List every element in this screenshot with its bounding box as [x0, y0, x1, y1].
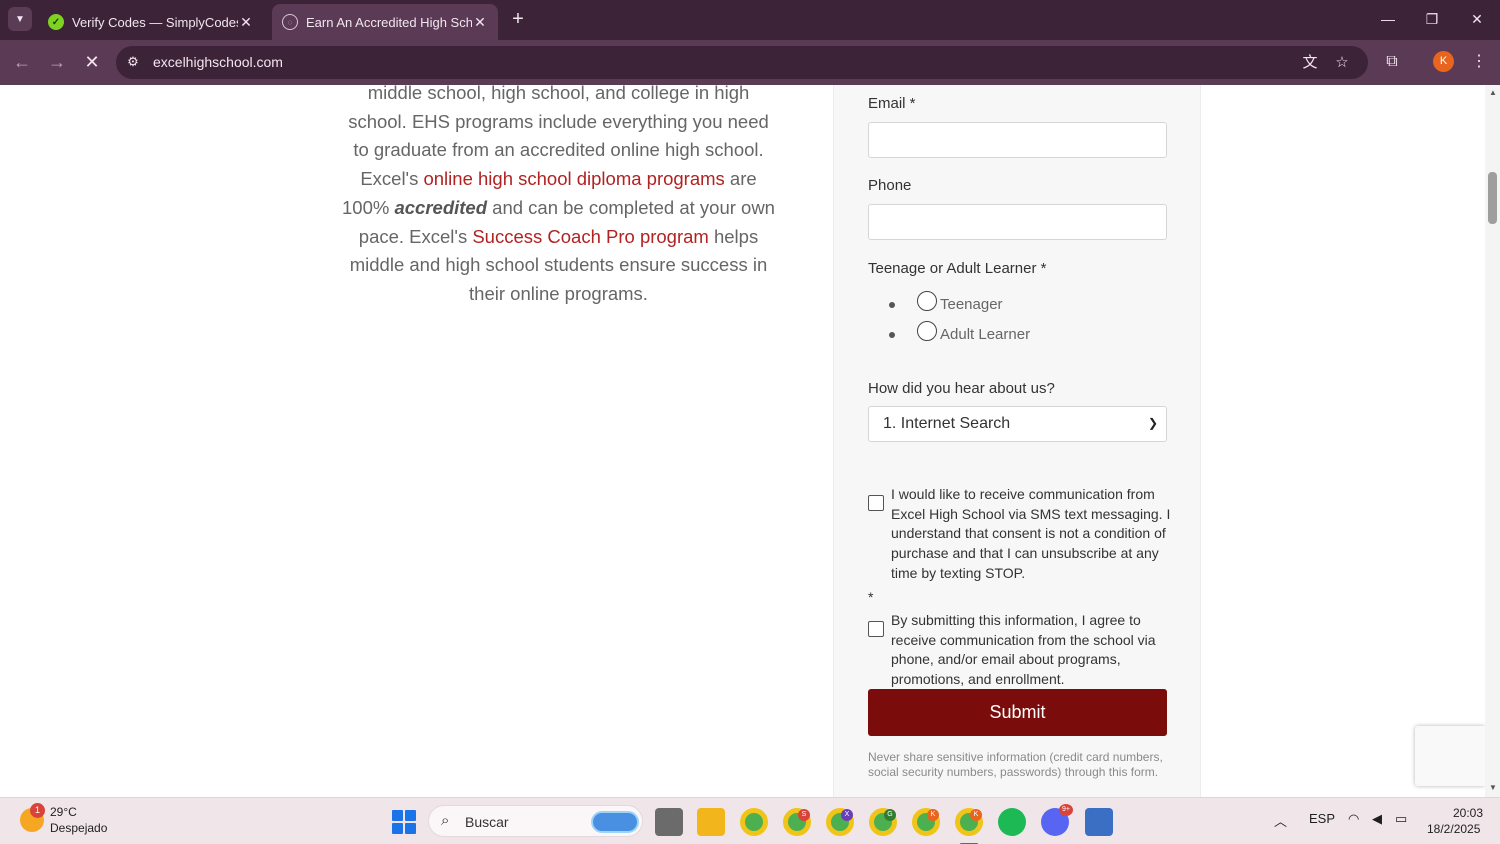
- stop-loading-icon[interactable]: ✕: [80, 50, 104, 74]
- bookmark-star-icon[interactable]: ☆: [1332, 53, 1352, 73]
- tab-excel-high-school[interactable]: ◌ Earn An Accredited High School ✕: [272, 4, 498, 40]
- radio-option-teenager[interactable]: Teenager: [889, 290, 1003, 313]
- input-language[interactable]: ESP: [1309, 811, 1335, 826]
- profile-badge: G: [884, 809, 896, 821]
- required-marker: *: [868, 589, 874, 605]
- search-highlight-art: [591, 811, 639, 833]
- submit-button[interactable]: Submit: [868, 689, 1167, 736]
- notification-badge: 9+: [1059, 804, 1073, 816]
- chrome-profile-g-icon[interactable]: G: [869, 808, 897, 836]
- chrome-profile-k-active-icon[interactable]: K: [955, 808, 983, 836]
- phone-field[interactable]: [868, 204, 1167, 240]
- weather-badge: 1: [30, 803, 45, 818]
- search-placeholder: Buscar: [465, 814, 509, 830]
- sms-consent-text: I would like to receive communication fr…: [891, 486, 1171, 581]
- volume-icon[interactable]: ◀: [1372, 811, 1382, 827]
- new-tab-plus-icon[interactable]: +: [507, 8, 529, 30]
- scroll-up-arrow-icon[interactable]: ▲: [1489, 88, 1497, 97]
- wifi-icon[interactable]: ◠: [1348, 811, 1359, 827]
- close-tab-icon[interactable]: ✕: [238, 14, 254, 31]
- address-bar[interactable]: ⚙ excelhighschool.com 文 ☆: [116, 46, 1368, 79]
- email-field[interactable]: [868, 122, 1167, 158]
- email-label: Email *: [868, 95, 916, 112]
- learner-type-label: Teenage or Adult Learner *: [868, 260, 1047, 277]
- translate-icon[interactable]: 文: [1300, 53, 1320, 73]
- weather-temperature[interactable]: 29°C: [50, 805, 77, 819]
- site-info-icon[interactable]: ⚙: [124, 53, 142, 71]
- info-request-form: Email * Phone Teenage or Adult Learner *…: [833, 85, 1201, 797]
- list-bullet: [889, 301, 895, 308]
- chrome-profile-k-icon[interactable]: K: [912, 808, 940, 836]
- browser-toolbar: ← → ✕ ⚙ excelhighschool.com 文 ☆ ⧉ K ⋮: [0, 40, 1500, 85]
- close-window-icon[interactable]: ✕: [1465, 8, 1489, 30]
- profile-badge: X: [841, 809, 853, 821]
- windows-start-icon[interactable]: [392, 810, 416, 834]
- menu-kebab-icon[interactable]: ⋮: [1468, 51, 1490, 73]
- chrome-profile-x-icon[interactable]: X: [826, 808, 854, 836]
- accredited-emphasis: accredited: [394, 196, 488, 218]
- select-value: 1. Internet Search: [883, 415, 1011, 432]
- tab-title: Earn An Accredited High School: [306, 14, 472, 30]
- radio-label: Adult Learner: [940, 326, 1031, 343]
- success-coach-link[interactable]: Success Coach Pro program: [472, 226, 709, 247]
- profile-badge: S: [798, 809, 810, 821]
- phone-label: Phone: [868, 177, 912, 194]
- loading-favicon-icon: ◌: [282, 14, 298, 30]
- forward-arrow-icon[interactable]: →: [45, 50, 69, 74]
- calculator-icon[interactable]: [1085, 808, 1113, 836]
- file-explorer-icon[interactable]: [697, 808, 725, 836]
- page-viewport: middle school, high school, and college …: [0, 85, 1485, 797]
- chrome-icon[interactable]: [740, 808, 768, 836]
- search-icon: ⌕: [441, 812, 450, 829]
- intro-paragraph: middle school, high school, and college …: [340, 85, 777, 309]
- radio-button[interactable]: [917, 290, 937, 311]
- sms-consent-checkbox[interactable]: [868, 495, 884, 511]
- scrollbar-thumb[interactable]: [1488, 172, 1497, 224]
- simplycodes-favicon-icon: ✓: [48, 14, 64, 30]
- scroll-down-arrow-icon[interactable]: ▼: [1489, 783, 1497, 792]
- list-bullet: [889, 331, 895, 338]
- profile-avatar[interactable]: K: [1433, 51, 1454, 72]
- back-arrow-icon[interactable]: ←: [10, 50, 34, 74]
- chrome-profile-s-icon[interactable]: S: [783, 808, 811, 836]
- clock-date[interactable]: 18/2/2025: [1427, 822, 1480, 836]
- taskbar-search-box[interactable]: ⌕ Buscar: [428, 805, 643, 837]
- minimize-icon[interactable]: —: [1376, 8, 1400, 30]
- profile-badge: K: [927, 809, 939, 821]
- tab-search-chevron-icon[interactable]: ▼: [8, 7, 32, 31]
- referral-source-label: How did you hear about us?: [868, 380, 1055, 397]
- clock-time[interactable]: 20:03: [1453, 806, 1483, 820]
- browser-tab-bar: ▼ ✓ Verify Codes — SimplyCodes ✕ ◌ Earn …: [0, 0, 1500, 40]
- task-view-icon[interactable]: [655, 808, 683, 836]
- agree-consent-checkbox[interactable]: [868, 621, 884, 637]
- battery-icon[interactable]: ▭: [1395, 811, 1407, 827]
- profile-badge: K: [970, 809, 982, 821]
- restore-icon[interactable]: ❐: [1420, 8, 1444, 30]
- chevron-down-icon: ❯: [1147, 416, 1158, 430]
- url-text[interactable]: excelhighschool.com: [153, 54, 283, 70]
- windows-taskbar: 1 29°C Despejado ⌕ Buscar S X G K K 9+ ︿…: [0, 797, 1500, 844]
- page-scrollbar[interactable]: ▲ ▼: [1485, 85, 1500, 797]
- weather-description[interactable]: Despejado: [50, 821, 107, 835]
- tab-title: Verify Codes — SimplyCodes: [72, 14, 238, 30]
- radio-label: Teenager: [940, 296, 1003, 313]
- tab-verify-codes[interactable]: ✓ Verify Codes — SimplyCodes ✕: [38, 4, 264, 40]
- extensions-puzzle-icon[interactable]: ⧉: [1381, 51, 1403, 73]
- close-tab-icon[interactable]: ✕: [472, 14, 488, 31]
- radio-button[interactable]: [917, 320, 937, 341]
- spotify-icon[interactable]: [998, 808, 1026, 836]
- privacy-disclaimer: Never share sensitive information (credi…: [868, 750, 1163, 779]
- show-hidden-icons-chevron-icon[interactable]: ︿: [1274, 811, 1287, 830]
- recaptcha-badge[interactable]: [1415, 726, 1485, 786]
- diploma-programs-link[interactable]: online high school diploma programs: [423, 168, 724, 189]
- radio-option-adult-learner[interactable]: Adult Learner: [889, 320, 1031, 343]
- discord-icon[interactable]: 9+: [1041, 804, 1073, 836]
- referral-source-select[interactable]: 1. Internet Search ❯: [868, 406, 1167, 442]
- agree-consent-text: By submitting this information, I agree …: [891, 612, 1156, 688]
